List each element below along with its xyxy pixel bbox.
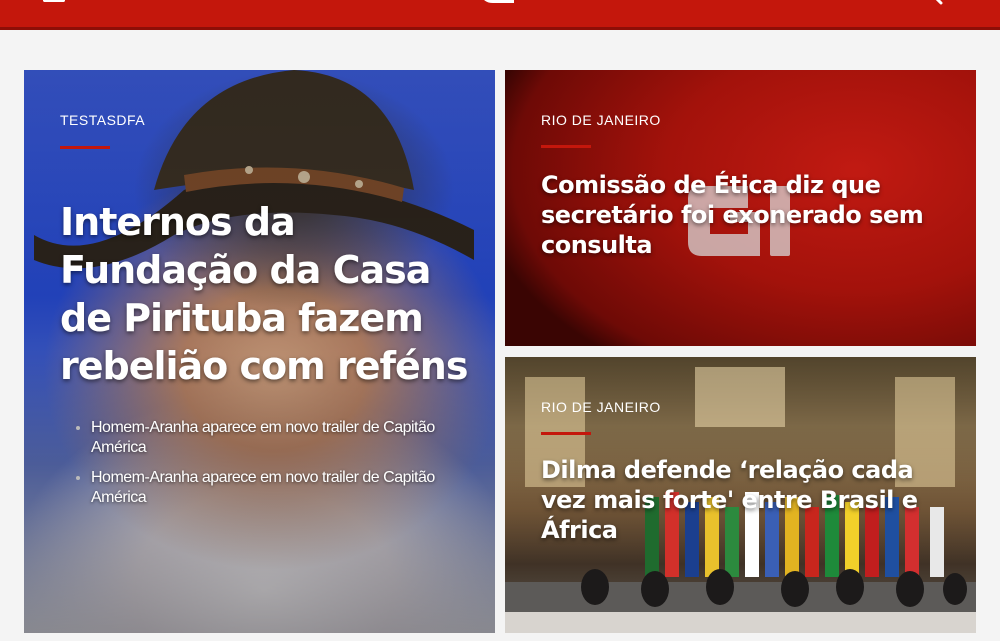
related-news-item[interactable]: Homem-Aranha aparece em novo trailer de … [74, 468, 464, 508]
news-card-dilma[interactable]: RIO DE JANEIRO Dilma defende ‘relação ca… [505, 357, 976, 633]
g1-logo[interactable] [481, 0, 541, 8]
menu-icon[interactable] [43, 0, 65, 2]
section-label[interactable]: TESTASDFA [60, 112, 145, 128]
section-underline [541, 145, 591, 148]
headline[interactable]: Internos da Fundação da Casa de Pirituba… [60, 198, 480, 390]
section-label[interactable]: RIO DE JANEIRO [541, 399, 661, 415]
section-underline [60, 146, 110, 149]
featured-news-card[interactable]: TESTASDFA Internos da Fundação da Casa d… [24, 70, 495, 633]
section-underline [541, 432, 591, 435]
search-icon[interactable] [926, 0, 944, 6]
top-navigation-bar [0, 0, 1000, 30]
section-label[interactable]: RIO DE JANEIRO [541, 112, 661, 128]
related-news-list: Homem-Aranha aparece em novo trailer de … [74, 418, 464, 518]
headline[interactable]: Comissão de Ética diz que secretário foi… [541, 170, 941, 260]
headline[interactable]: Dilma defende ‘relação cada vez mais for… [541, 455, 961, 545]
news-card-ethics[interactable]: RIO DE JANEIRO Comissão de Ética diz que… [505, 70, 976, 346]
related-news-item[interactable]: Homem-Aranha aparece em novo trailer de … [74, 418, 464, 458]
